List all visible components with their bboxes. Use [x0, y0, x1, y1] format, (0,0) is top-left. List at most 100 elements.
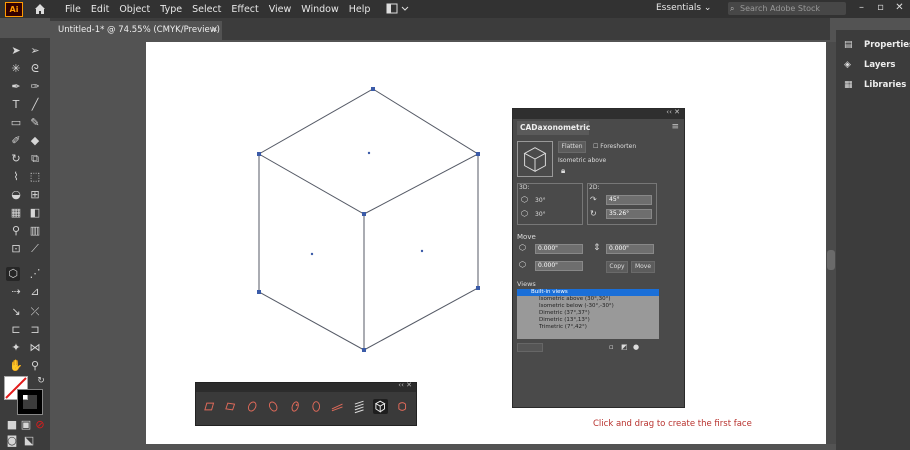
collapse-close-icon[interactable]: ‹‹ ✕ [666, 108, 680, 116]
cad-trim-tool-icon[interactable]: ⤫ [28, 305, 42, 319]
line-tool-icon[interactable]: ╱ [28, 98, 42, 112]
graph-tool-icon[interactable]: ▥ [28, 224, 42, 238]
copy-button[interactable]: Copy [606, 261, 628, 273]
eyedropper-tool-icon[interactable]: ⚲ [9, 224, 23, 238]
maximize-icon[interactable]: ▫ [871, 2, 890, 13]
list-item[interactable]: Isometric below (-30°,-30°) [517, 303, 659, 310]
iso-rhombus-icon[interactable] [223, 399, 237, 414]
gradient-mode-icon[interactable]: ▣ [19, 418, 33, 432]
iso-circle-icon[interactable] [309, 399, 323, 414]
type-tool-icon[interactable]: T [9, 98, 23, 112]
pen-tool-icon[interactable]: ✒ [9, 80, 23, 94]
panel-tab[interactable]: CADaxonometric [517, 121, 590, 135]
selection-tool-icon[interactable]: ➤ [9, 44, 23, 58]
new-view-icon[interactable]: ▫ [609, 343, 614, 351]
iso-cube-icon[interactable] [373, 399, 388, 414]
menu-type[interactable]: Type [160, 4, 182, 15]
stroke-swatch[interactable] [17, 389, 43, 415]
cad-axonometric-tool-icon[interactable]: ⬡ [6, 267, 20, 281]
magic-wand-tool-icon[interactable]: ✳ [9, 62, 23, 76]
dock-libraries[interactable]: ▦ Libraries [844, 80, 906, 90]
shapes-panel-header[interactable]: ‹‹ ✕ [196, 381, 416, 392]
close-icon[interactable]: ✕ [890, 2, 909, 13]
angle-c-field[interactable]: 45° [606, 195, 652, 205]
zoom-tool-icon[interactable]: ⚲ [28, 359, 42, 373]
document-tab[interactable]: Untitled-1* @ 74.55% (CMYK/Preview) ✕ [50, 21, 222, 40]
screen-mode-icon[interactable]: ⬕ [22, 434, 36, 448]
close-tab-icon[interactable]: ✕ [211, 21, 218, 40]
panel-menu-icon[interactable]: ≡ [671, 122, 679, 132]
swap-colors-icon[interactable]: ↻ [34, 374, 48, 388]
workspace-switcher[interactable]: Essentials ⌄ [656, 3, 711, 13]
menu-effect[interactable]: Effect [231, 4, 258, 15]
view-name-field[interactable] [517, 343, 543, 352]
perspective-grid-tool-icon[interactable]: ⊞ [28, 188, 42, 202]
shaper-tool-icon[interactable]: ✐ [9, 134, 23, 148]
home-icon[interactable] [33, 2, 47, 16]
menu-help[interactable]: Help [349, 4, 371, 15]
rectangle-tool-icon[interactable]: ▭ [9, 116, 23, 130]
iso-lines-icon[interactable] [330, 399, 344, 414]
gradient-tool-icon[interactable]: ◧ [28, 206, 42, 220]
mesh-tool-icon[interactable]: ▦ [9, 206, 23, 220]
menu-window[interactable]: Window [301, 4, 338, 15]
list-item[interactable]: Dimetric (13°,13°) [517, 317, 659, 324]
menu-file[interactable]: File [65, 4, 81, 15]
cad-dimension-tool-icon[interactable]: ⇢ [9, 285, 23, 299]
menu-select[interactable]: Select [192, 4, 221, 15]
shape-builder-tool-icon[interactable]: ◒ [9, 188, 23, 202]
list-item[interactable]: Dimetric (37°,37°) [517, 310, 659, 317]
list-item[interactable]: Trimetric (7°,42°) [517, 324, 659, 331]
list-item[interactable]: Isometric above (30°,30°) [517, 296, 659, 303]
minimize-icon[interactable]: – [852, 2, 871, 13]
search-input[interactable]: ⌕ Search Adobe Stock [728, 2, 846, 15]
iso-hatch-icon[interactable] [352, 399, 366, 414]
views-list[interactable]: Built-in views Isometric above (30°,30°)… [517, 289, 659, 339]
cad-offset-tool-icon[interactable]: ⊏ [9, 323, 23, 337]
curvature-tool-icon[interactable]: ✑ [28, 80, 42, 94]
artboard-tool-icon[interactable]: ⊡ [9, 242, 23, 256]
iso-ellipse-icon[interactable] [245, 399, 259, 414]
hand-tool-icon[interactable]: ✋ [9, 359, 23, 373]
move-x-field[interactable]: 0.000" [535, 244, 583, 254]
cad-measure-tool-icon[interactable]: ⊿ [28, 285, 42, 299]
direct-selection-tool-icon[interactable]: ➢ [28, 44, 42, 58]
cad-fillet-tool-icon[interactable]: ⊐ [28, 323, 42, 337]
free-transform-tool-icon[interactable]: ⬚ [28, 170, 42, 184]
foreshorten-checkbox[interactable]: ☐ Foreshorten [593, 143, 636, 150]
iso-ellipse-alt-icon[interactable] [266, 399, 280, 414]
delete-view-icon[interactable]: ● [633, 343, 639, 351]
rotate-tool-icon[interactable]: ↻ [9, 152, 23, 166]
iso-arc-icon[interactable] [288, 399, 302, 414]
eraser-tool-icon[interactable]: ◆ [28, 134, 42, 148]
lock-icon[interactable]: 🔒︎ [561, 166, 565, 176]
draw-normal-icon[interactable]: ◙ [5, 434, 19, 448]
color-mode-icon[interactable]: ■ [5, 418, 19, 432]
lasso-tool-icon[interactable]: ᘓ [28, 62, 42, 76]
dock-layers[interactable]: ◈ Layers [844, 60, 895, 70]
width-tool-icon[interactable]: ⌇ [9, 170, 23, 184]
flatten-button[interactable]: Flatten [558, 141, 586, 153]
cad-tool-icon[interactable]: ⋰ [28, 267, 42, 281]
move-button[interactable]: Move [631, 261, 655, 273]
scrollbar-thumb[interactable] [827, 250, 835, 270]
iso-parallelogram-icon[interactable] [202, 399, 216, 414]
panel-header[interactable]: ‹‹ ✕ [513, 108, 684, 119]
menu-object[interactable]: Object [119, 4, 150, 15]
blend-tool-icon[interactable]: ⋈ [28, 341, 42, 355]
arrange-documents-icon[interactable] [386, 3, 412, 15]
list-item[interactable]: Built-in views [517, 289, 659, 296]
vertical-scrollbar[interactable] [826, 42, 836, 444]
angle-d-field[interactable]: 35.26° [606, 209, 652, 219]
collapse-close-icon[interactable]: ‹‹ ✕ [398, 381, 412, 389]
move-y-field[interactable]: 0.000" [535, 261, 583, 271]
dock-properties[interactable]: ▤ Properties [844, 40, 910, 50]
menu-edit[interactable]: Edit [91, 4, 109, 15]
move-z-field[interactable]: 0.000" [606, 244, 654, 254]
none-mode-icon[interactable]: ⊘ [33, 418, 47, 432]
iso-cylinder-icon[interactable] [395, 399, 409, 414]
symbol-sprayer-tool-icon[interactable]: ✦ [9, 341, 23, 355]
scale-tool-icon[interactable]: ⧉ [28, 152, 42, 166]
menu-view[interactable]: View [269, 4, 292, 15]
cad-arrow-tool-icon[interactable]: ↘ [9, 305, 23, 319]
